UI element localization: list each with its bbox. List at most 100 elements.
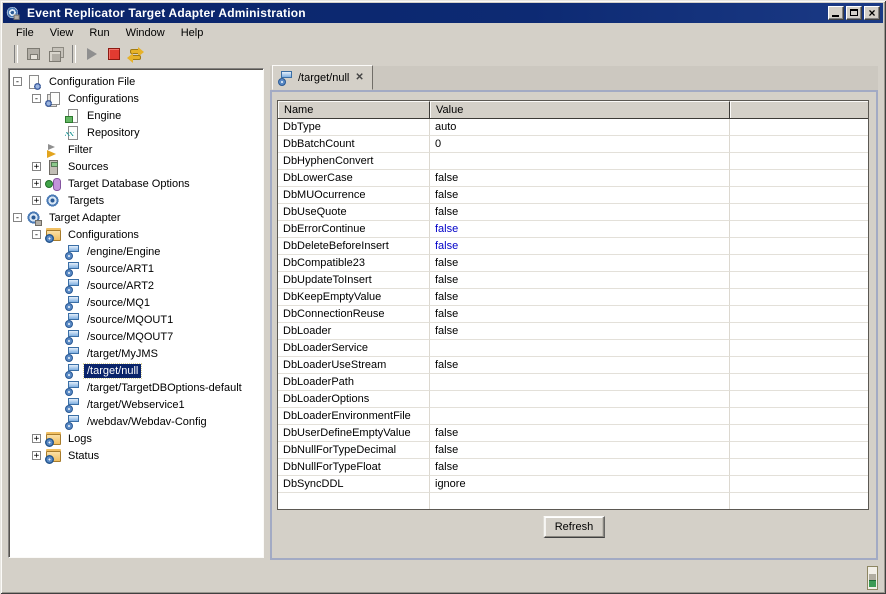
- property-row[interactable]: DbLowerCase false: [278, 170, 868, 187]
- tree-item[interactable]: - Configurations: [9, 226, 263, 243]
- tree-item[interactable]: Engine: [9, 107, 263, 124]
- property-row[interactable]: DbNullForTypeFloat false: [278, 459, 868, 476]
- property-row[interactable]: DbCompatible23 false: [278, 255, 868, 272]
- run-icon: [84, 46, 100, 62]
- minimize-button[interactable]: [828, 6, 844, 20]
- tree-item[interactable]: /target/TargetDBOptions-default: [9, 379, 263, 396]
- tab-close-icon[interactable]: ✕: [354, 72, 364, 83]
- expander-icon[interactable]: -: [32, 94, 41, 103]
- property-row[interactable]: DbLoaderPath: [278, 374, 868, 391]
- property-value-cell: false: [430, 238, 730, 255]
- column-header-extra[interactable]: [730, 101, 868, 118]
- column-header-name[interactable]: Name: [278, 101, 430, 118]
- tree-item[interactable]: - Configuration File: [9, 73, 263, 90]
- tree-item[interactable]: + Status: [9, 447, 263, 464]
- property-name-cell: DbLoaderService: [278, 340, 430, 357]
- expander-icon[interactable]: +: [32, 451, 41, 460]
- property-value-cell: [430, 408, 730, 425]
- property-value-cell: false: [430, 459, 730, 476]
- property-row[interactable]: DbUserDefineEmptyValue false: [278, 425, 868, 442]
- property-row[interactable]: DbNullForTypeDecimal false: [278, 442, 868, 459]
- run-button[interactable]: [81, 43, 103, 65]
- title-bar[interactable]: Event Replicator Target Adapter Administ…: [3, 3, 883, 23]
- menu-run[interactable]: Run: [81, 25, 117, 41]
- property-row[interactable]: DbUseQuote false: [278, 204, 868, 221]
- property-name-cell: DbCompatible23: [278, 255, 430, 272]
- config-tree[interactable]: - Configuration File - Configurations En…: [8, 68, 264, 558]
- tree-item[interactable]: - Target Adapter: [9, 209, 263, 226]
- tree-item[interactable]: Filter: [9, 141, 263, 158]
- property-row[interactable]: DbDeleteBeforeInsert false: [278, 238, 868, 255]
- property-name-cell: DbLoaderOptions: [278, 391, 430, 408]
- menu-window[interactable]: Window: [118, 25, 173, 41]
- expander-icon[interactable]: -: [13, 213, 22, 222]
- tree-item[interactable]: + Target Database Options: [9, 175, 263, 192]
- close-button[interactable]: ×: [864, 6, 880, 20]
- property-name-cell: DbLoaderEnvironmentFile: [278, 408, 430, 425]
- property-extra-cell: [730, 391, 868, 408]
- tab-target-null[interactable]: /target/null ✕: [272, 65, 373, 90]
- menu-file[interactable]: File: [8, 25, 42, 41]
- property-row[interactable]: DbErrorContinue false: [278, 221, 868, 238]
- tree-item[interactable]: /target/null: [9, 362, 263, 379]
- tree-item-label: /webdav/Webdav-Config: [84, 415, 210, 429]
- property-value-cell: false: [430, 357, 730, 374]
- property-extra-cell: [730, 306, 868, 323]
- property-row[interactable]: DbHyphenConvert: [278, 153, 868, 170]
- property-row[interactable]: DbLoader false: [278, 323, 868, 340]
- property-value-cell: false: [430, 442, 730, 459]
- menu-view[interactable]: View: [42, 25, 82, 41]
- property-row[interactable]: DbSyncDDL ignore: [278, 476, 868, 493]
- expander-icon[interactable]: +: [32, 179, 41, 188]
- tree-item[interactable]: + Logs: [9, 430, 263, 447]
- property-row[interactable]: DbMUOcurrence false: [278, 187, 868, 204]
- tree-item[interactable]: + Sources: [9, 158, 263, 175]
- property-name-cell: DbMUOcurrence: [278, 187, 430, 204]
- tree-item[interactable]: /source/MQ1: [9, 294, 263, 311]
- expander-icon[interactable]: -: [32, 230, 41, 239]
- tree-item-label: Filter: [65, 143, 95, 157]
- property-row[interactable]: DbLoaderUseStream false: [278, 357, 868, 374]
- property-row[interactable]: DbUpdateToInsert false: [278, 272, 868, 289]
- property-row[interactable]: DbLoaderOptions: [278, 391, 868, 408]
- tab-label: /target/null: [297, 72, 350, 84]
- property-row[interactable]: DbConnectionReuse false: [278, 306, 868, 323]
- menu-help[interactable]: Help: [173, 25, 212, 41]
- adapter-config-icon: [64, 414, 80, 430]
- expander-icon[interactable]: -: [13, 77, 22, 86]
- property-row[interactable]: DbType auto: [278, 119, 868, 136]
- property-extra-cell: [730, 323, 868, 340]
- property-row[interactable]: DbKeepEmptyValue false: [278, 289, 868, 306]
- maximize-button[interactable]: [846, 6, 862, 20]
- tree-item[interactable]: /source/MQOUT7: [9, 328, 263, 345]
- expander-icon[interactable]: +: [32, 196, 41, 205]
- refresh-toolbar-button[interactable]: [125, 43, 147, 65]
- stop-button[interactable]: [103, 43, 125, 65]
- expander-icon[interactable]: +: [32, 434, 41, 443]
- tree-item[interactable]: /target/MyJMS: [9, 345, 263, 362]
- tree-item[interactable]: /source/ART1: [9, 260, 263, 277]
- tree-item[interactable]: /target/Webservice1: [9, 396, 263, 413]
- column-header-value[interactable]: Value: [430, 101, 730, 118]
- tree-item[interactable]: Repository: [9, 124, 263, 141]
- adapter-config-icon: [64, 261, 80, 277]
- save-button[interactable]: [23, 43, 45, 65]
- save-all-button[interactable]: [45, 43, 67, 65]
- tree-item[interactable]: + Targets: [9, 192, 263, 209]
- property-name-cell: DbUpdateToInsert: [278, 272, 430, 289]
- tree-item[interactable]: /source/ART2: [9, 277, 263, 294]
- tree-item-label: Status: [65, 449, 102, 463]
- property-row[interactable]: DbLoaderService: [278, 340, 868, 357]
- refresh-button[interactable]: Refresh: [544, 516, 605, 538]
- table-body: DbType auto DbBatchCount 0 DbHyphenConve…: [278, 119, 868, 509]
- adapter-config-icon: [277, 70, 293, 86]
- tree-item[interactable]: - Configurations: [9, 90, 263, 107]
- tree-item[interactable]: /source/MQOUT1: [9, 311, 263, 328]
- property-row[interactable]: DbBatchCount 0: [278, 136, 868, 153]
- adapter-config-icon: [64, 312, 80, 328]
- property-name-cell: DbType: [278, 119, 430, 136]
- tree-item[interactable]: /engine/Engine: [9, 243, 263, 260]
- property-row[interactable]: DbLoaderEnvironmentFile: [278, 408, 868, 425]
- tree-item[interactable]: /webdav/Webdav-Config: [9, 413, 263, 430]
- expander-icon[interactable]: +: [32, 162, 41, 171]
